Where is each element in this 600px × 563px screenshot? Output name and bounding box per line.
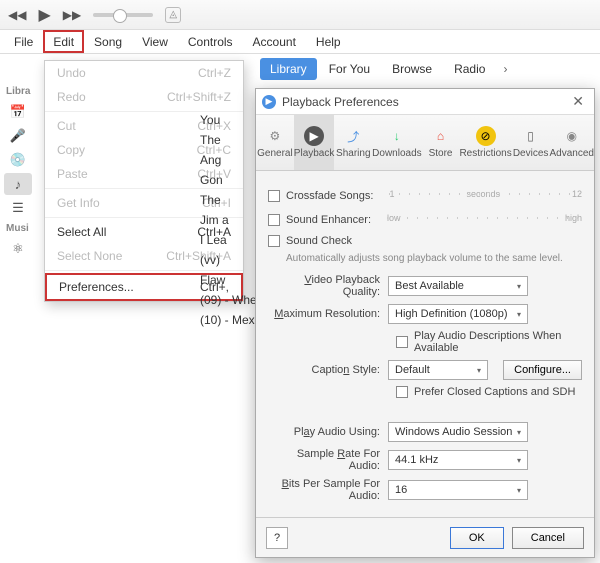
menu-bar: File Edit Song View Controls Account Hel… xyxy=(0,30,600,54)
close-icon[interactable]: ✕ xyxy=(568,93,588,110)
dtab-advanced[interactable]: ◉Advanced xyxy=(550,115,594,170)
sidebar-playlist-icon[interactable]: ⚛ xyxy=(4,238,32,260)
max-resolution-select[interactable]: High Definition (1080p)▾ xyxy=(388,304,528,324)
sidebar-songs-icon[interactable]: ♪ xyxy=(4,173,32,195)
tab-foryou[interactable]: For You xyxy=(319,58,380,80)
soundcheck-checkbox[interactable] xyxy=(268,235,280,247)
sample-rate-select[interactable]: 44.1 kHz▾ xyxy=(388,450,528,470)
chevron-down-icon: ▾ xyxy=(517,310,521,319)
sidebar-genres-icon[interactable]: ☰ xyxy=(4,197,32,219)
sidebar-artists-icon[interactable]: 🎤 xyxy=(4,125,32,147)
tab-library[interactable]: Library xyxy=(260,58,317,80)
soundcheck-note: Automatically adjusts song playback volu… xyxy=(286,253,582,264)
sidebar: Libra 📅 🎤 💿 ♪ ☰ Musi ⚛ xyxy=(4,82,44,262)
menu-song[interactable]: Song xyxy=(84,30,132,53)
chevron-down-icon: ▾ xyxy=(517,456,521,465)
chevron-down-icon: ▾ xyxy=(517,282,521,291)
crossfade-label: Crossfade Songs: xyxy=(286,190,373,202)
menu-account[interactable]: Account xyxy=(243,30,306,53)
dtab-store[interactable]: ⌂Store xyxy=(422,115,460,170)
dialog-icon: ▶ xyxy=(262,95,276,109)
caption-style-label: Caption Style: xyxy=(268,364,388,376)
sidebar-albums-icon[interactable]: 💿 xyxy=(4,149,32,171)
tab-radio[interactable]: Radio xyxy=(444,58,495,80)
menu-file[interactable]: File xyxy=(4,30,43,53)
menu-item-redo[interactable]: RedoCtrl+Shift+Z xyxy=(45,85,243,109)
dtab-general[interactable]: ⚙General xyxy=(256,115,294,170)
dtab-sharing[interactable]: ⤴Sharing xyxy=(334,115,372,170)
menu-edit[interactable]: Edit xyxy=(43,30,84,53)
enhancer-slider[interactable]: lowhigh xyxy=(387,211,582,229)
play-icon[interactable]: ▶ xyxy=(38,5,50,25)
bits-per-sample-select[interactable]: 16▾ xyxy=(388,480,528,500)
bits-per-sample-label: Bits Per Sample For Audio: xyxy=(268,478,388,502)
dialog-tabs: ⚙General ▶Playback ⤴Sharing ↓Downloads ⌂… xyxy=(256,115,594,171)
dtab-restrictions[interactable]: ⊘Restrictions xyxy=(459,115,511,170)
prev-track-icon[interactable]: ◀◀ xyxy=(8,8,26,22)
airplay-icon[interactable]: ◬ xyxy=(165,7,181,23)
cancel-button[interactable]: Cancel xyxy=(512,527,584,549)
sample-rate-label: Sample Rate For Audio: xyxy=(268,448,388,472)
configure-button[interactable]: Configure... xyxy=(503,360,582,380)
playback-toolbar: ◀◀ ▶ ▶▶ ◬ xyxy=(0,0,600,30)
chevron-down-icon: ▾ xyxy=(517,486,521,495)
ok-button[interactable]: OK xyxy=(450,527,504,549)
next-track-icon[interactable]: ▶▶ xyxy=(63,8,81,22)
tab-browse[interactable]: Browse xyxy=(382,58,442,80)
dialog-button-bar: ? OK Cancel xyxy=(256,517,594,557)
crossfade-slider[interactable]: 1seconds12 xyxy=(389,187,582,205)
prefer-cc-checkbox[interactable] xyxy=(396,386,408,398)
menu-help[interactable]: Help xyxy=(306,30,351,53)
enhancer-label: Sound Enhancer: xyxy=(286,214,371,226)
dtab-downloads[interactable]: ↓Downloads xyxy=(372,115,421,170)
play-audio-using-label: Play Audio Using: xyxy=(268,426,388,438)
tabs-more-icon[interactable]: › xyxy=(497,58,517,80)
caption-style-select[interactable]: Default▾ xyxy=(388,360,488,380)
dialog-title: Playback Preferences xyxy=(282,95,399,109)
dialog-titlebar: ▶ Playback Preferences ✕ xyxy=(256,89,594,115)
sidebar-heading-music: Musi xyxy=(6,223,44,234)
play-audio-using-select[interactable]: Windows Audio Session▾ xyxy=(388,422,528,442)
video-quality-select[interactable]: Best Available▾ xyxy=(388,276,528,296)
crossfade-checkbox[interactable] xyxy=(268,190,280,202)
dtab-playback[interactable]: ▶Playback xyxy=(294,115,335,170)
soundcheck-label: Sound Check xyxy=(286,235,352,247)
help-button[interactable]: ? xyxy=(266,527,288,549)
dialog-body: Crossfade Songs: 1seconds12 Sound Enhanc… xyxy=(256,171,594,517)
video-quality-label: Video Playback Quality: xyxy=(268,274,388,298)
prefer-cc-label: Prefer Closed Captions and SDH xyxy=(414,386,575,398)
volume-slider[interactable] xyxy=(93,13,153,17)
sidebar-recently-added-icon[interactable]: 📅 xyxy=(4,101,32,123)
audio-descriptions-checkbox[interactable] xyxy=(396,336,408,348)
menu-item-undo[interactable]: UndoCtrl+Z xyxy=(45,61,243,85)
max-resolution-label: Maximum Resolution: xyxy=(268,308,388,320)
dtab-devices[interactable]: ▯Devices xyxy=(512,115,550,170)
menu-controls[interactable]: Controls xyxy=(178,30,243,53)
sidebar-heading-library: Libra xyxy=(6,86,44,97)
enhancer-checkbox[interactable] xyxy=(268,214,280,226)
preferences-dialog: ▶ Playback Preferences ✕ ⚙General ▶Playb… xyxy=(255,88,595,558)
chevron-down-icon: ▾ xyxy=(477,366,481,375)
audio-descriptions-label: Play Audio Descriptions When Available xyxy=(414,330,582,354)
menu-view[interactable]: View xyxy=(132,30,178,53)
chevron-down-icon: ▾ xyxy=(517,428,521,437)
